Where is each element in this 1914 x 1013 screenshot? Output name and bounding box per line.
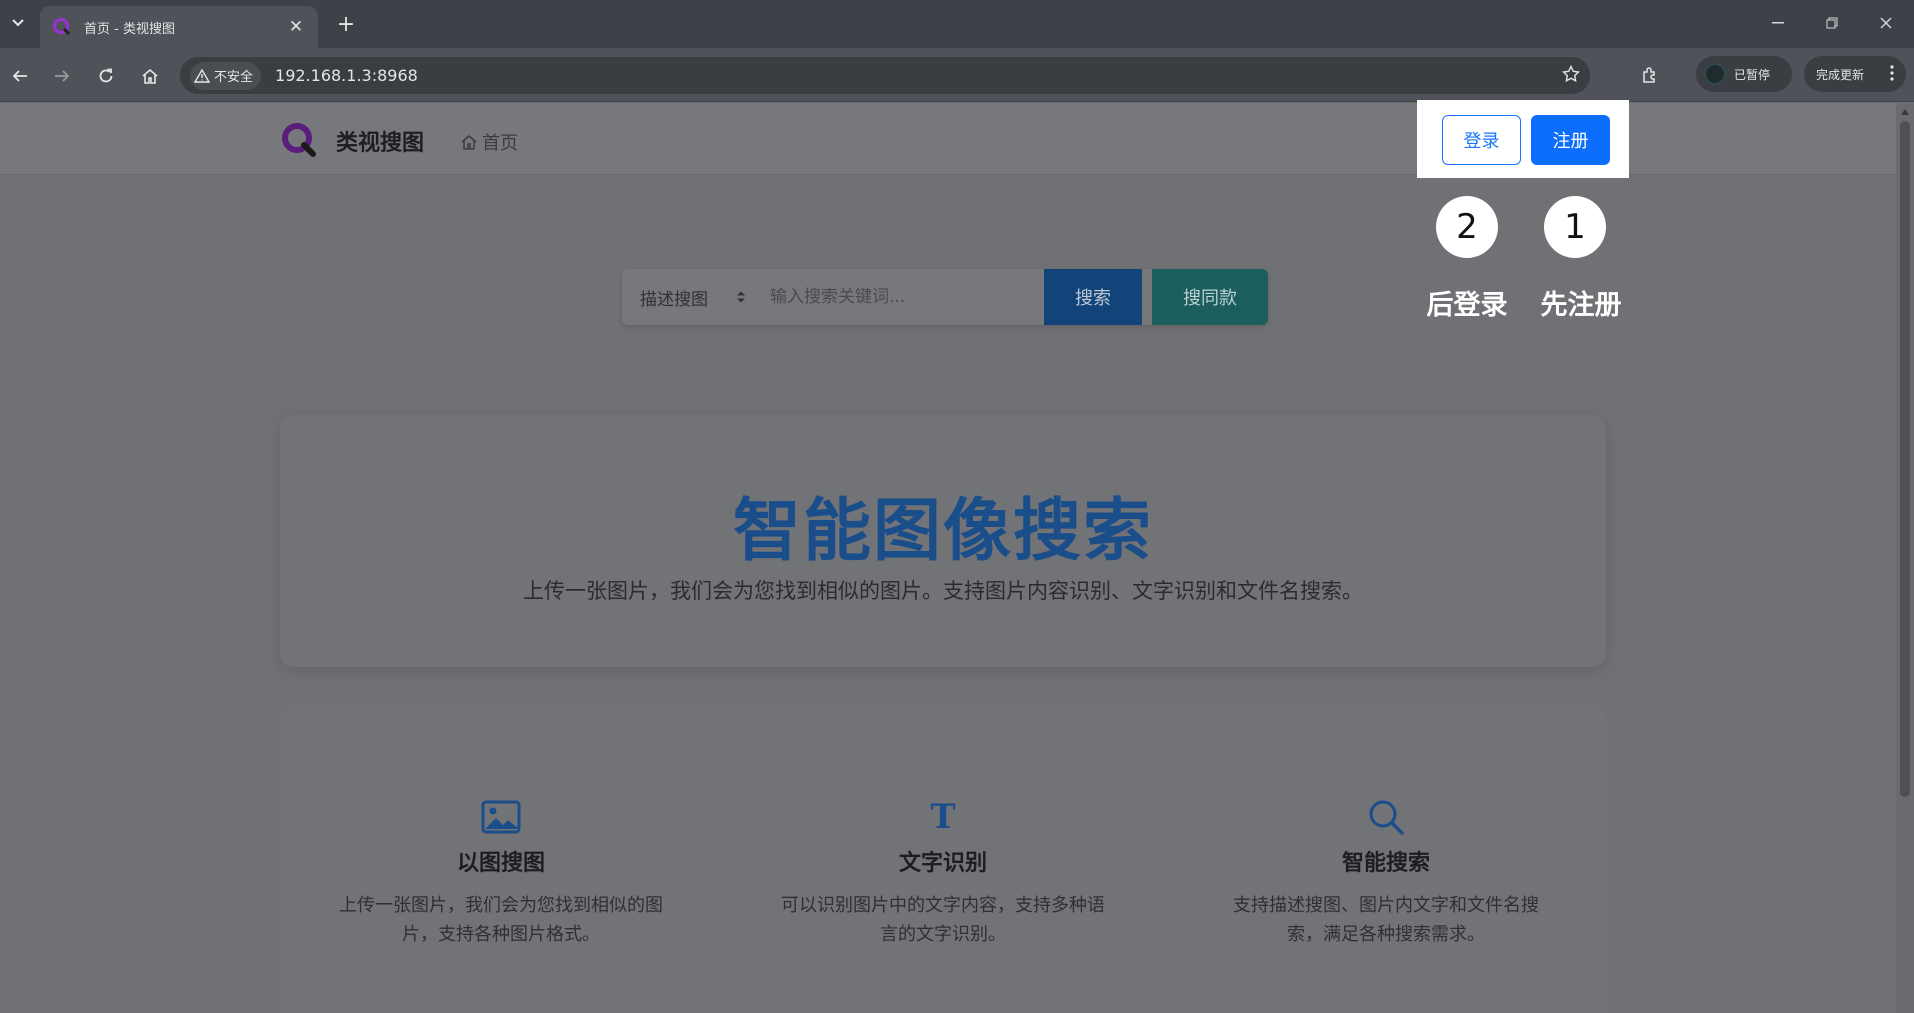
feature-item-text-recognition: T 文字识别 可以识别图片中的文字内容，支持多种语言的文字识别。: [743, 795, 1143, 949]
hero-subtitle: 上传一张图片，我们会为您找到相似的图片。支持图片内容识别、文字识别和文件名搜索。: [523, 579, 1363, 603]
search-button[interactable]: 搜索: [1044, 269, 1142, 325]
features-card: 以图搜图 上传一张图片，我们会为您找到相似的图片，支持各种图片格式。 T 文字识…: [280, 703, 1606, 1013]
feature-item-smart-search: 智能搜索 支持描述搜图、图片内文字和文件名搜索，满足各种搜索需求。: [1186, 795, 1586, 949]
search-mode-value: 描述搜图: [640, 289, 708, 310]
text-icon: T: [930, 797, 956, 837]
register-button[interactable]: 注册: [1531, 115, 1610, 165]
minimize-icon[interactable]: [1758, 8, 1798, 38]
search-icon: [1364, 795, 1408, 839]
security-chip[interactable]: 不安全: [190, 61, 262, 90]
update-button[interactable]: 完成更新: [1804, 56, 1906, 92]
hero-card: 智能图像搜索 上传一张图片，我们会为您找到相似的图片。支持图片内容识别、文字识别…: [280, 415, 1606, 667]
reload-icon[interactable]: [92, 62, 120, 90]
step-label-login: 后登录: [1426, 290, 1508, 321]
tab-title: 首页 - 类视搜图: [84, 21, 175, 37]
bookmark-star-icon[interactable]: [1561, 64, 1581, 87]
feature-desc: 上传一张图片，我们会为您找到相似的图片，支持各种图片格式。: [339, 895, 663, 945]
update-label: 完成更新: [1816, 67, 1865, 82]
auth-highlight-box: 登录 注册: [1417, 100, 1629, 178]
step-badge-1: 1: [1544, 196, 1606, 258]
address-bar[interactable]: 不安全 192.168.1.3:8968: [180, 57, 1590, 94]
close-window-icon[interactable]: [1866, 8, 1906, 38]
search-mode-select[interactable]: 描述搜图: [622, 269, 764, 325]
search-bar: 描述搜图 搜索 搜同款: [622, 269, 1268, 325]
page-content: 类视搜图 首页 描述搜图 搜索 搜同款 智能图像搜索 上传一张图片，我们会为您找…: [0, 103, 1914, 1013]
search-same-button[interactable]: 搜同款: [1152, 269, 1268, 325]
tab-close-icon[interactable]: ✕: [286, 17, 306, 37]
nav-home-label: 首页: [482, 133, 518, 154]
scroll-thumb[interactable]: [1900, 121, 1910, 797]
feature-desc: 支持描述搜图、图片内文字和文件名搜索，满足各种搜索需求。: [1233, 895, 1539, 945]
hero-title: 智能图像搜索: [732, 492, 1153, 571]
page-scrollbar[interactable]: [1896, 103, 1914, 1013]
feature-title: 以图搜图: [456, 851, 545, 876]
extensions-puzzle-icon[interactable]: [1636, 62, 1664, 90]
browser-tab[interactable]: 首页 - 类视搜图 ✕: [40, 6, 318, 48]
nav-home-link[interactable]: 首页: [460, 129, 518, 155]
site-brand[interactable]: 类视搜图: [336, 125, 424, 157]
forward-arrow-icon[interactable]: [48, 62, 76, 90]
scroll-up-icon[interactable]: [1901, 109, 1909, 115]
kebab-menu-icon[interactable]: [1890, 64, 1894, 84]
select-updown-icon: [737, 291, 745, 303]
step-label-register: 先注册: [1540, 290, 1622, 321]
profile-status: 已暂停: [1734, 67, 1771, 82]
site-logo-icon: [282, 123, 316, 157]
feature-desc: 可以识别图片中的文字内容，支持多种语言的文字识别。: [781, 895, 1105, 945]
browser-tab-bar: 首页 - 类视搜图 ✕ +: [0, 0, 1914, 48]
search-input[interactable]: [764, 269, 1044, 325]
login-button[interactable]: 登录: [1442, 115, 1521, 165]
profile-chip[interactable]: 已暂停: [1696, 56, 1792, 92]
new-tab-icon[interactable]: +: [332, 10, 360, 38]
browser-toolbar: 不安全 192.168.1.3:8968 已暂停 完成更新: [0, 48, 1914, 102]
feature-title: 智能搜索: [1341, 851, 1430, 876]
url-text: 192.168.1.3:8968: [275, 66, 418, 85]
home-icon[interactable]: [136, 62, 164, 90]
avatar: [1704, 63, 1726, 85]
back-arrow-icon[interactable]: [6, 62, 34, 90]
warning-icon: [194, 68, 210, 83]
restore-icon[interactable]: [1812, 8, 1852, 38]
tab-search-chevron-icon[interactable]: [4, 8, 32, 38]
image-icon: [479, 795, 523, 839]
home-icon: [461, 135, 477, 150]
feature-item-image-search: 以图搜图 上传一张图片，我们会为您找到相似的图片，支持各种图片格式。: [301, 795, 701, 949]
security-label: 不安全: [214, 70, 254, 85]
step-badge-2: 2: [1436, 196, 1498, 258]
site-favicon-icon: [53, 18, 71, 36]
feature-title: 文字识别: [898, 851, 987, 876]
